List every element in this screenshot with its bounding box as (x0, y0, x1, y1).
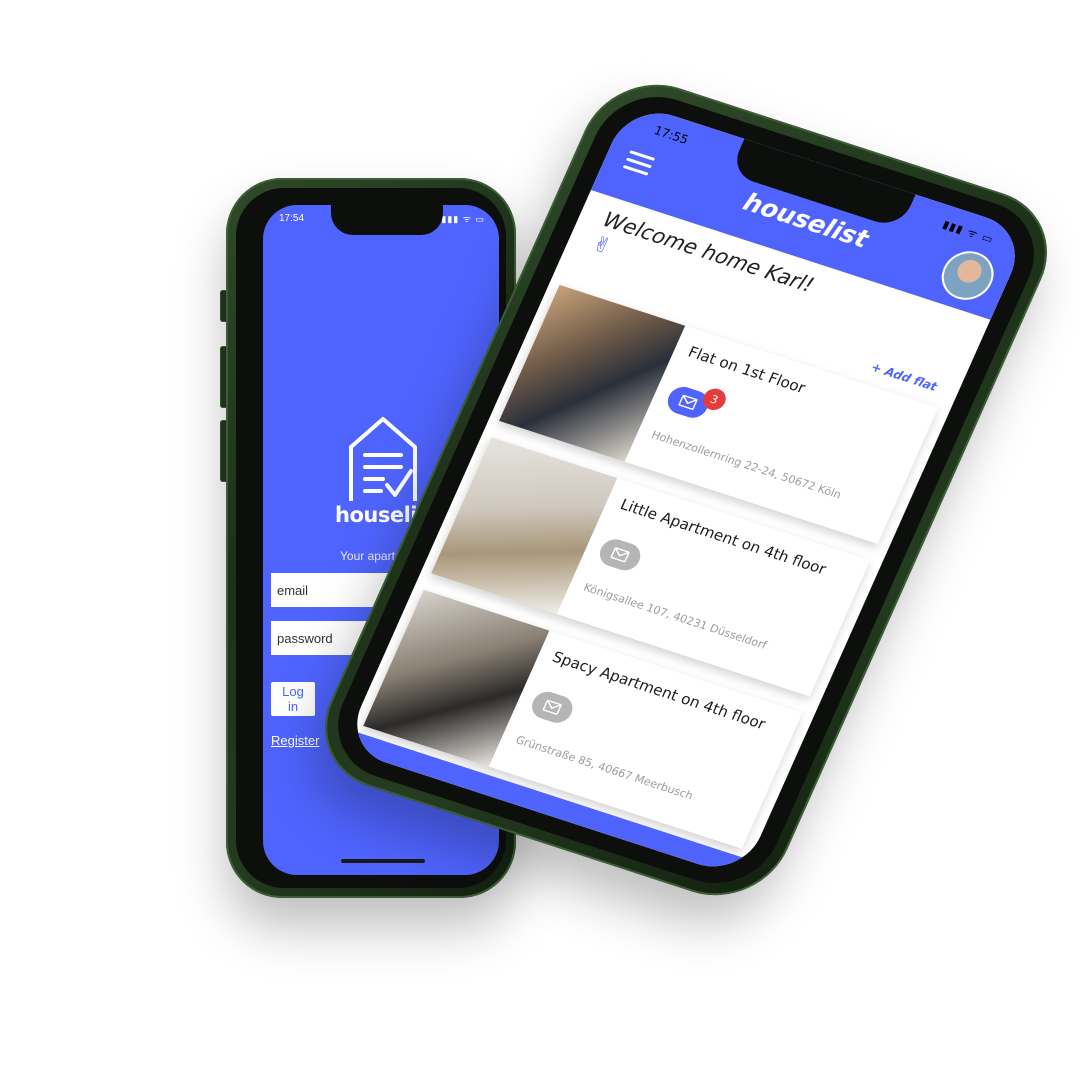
mail-icon (542, 699, 562, 715)
status-time: 17:54 (279, 213, 305, 224)
house-checklist-icon (349, 417, 417, 501)
messages-button[interactable] (527, 688, 577, 727)
signal-wifi-battery-icon: ▮▮▮ ᯤ ▭ (940, 217, 996, 247)
status-time: 17:55 (651, 123, 691, 147)
messages-button[interactable] (595, 535, 645, 574)
login-button[interactable]: Log in (271, 682, 315, 716)
mail-icon (678, 394, 698, 410)
flat-name: Flat on 1st Floor (685, 342, 809, 397)
home-indicator[interactable] (341, 859, 425, 863)
peace-hand-icon: ✌ (588, 231, 616, 259)
mockup-stage: 17:54 ▮▮▮ ᯤ ▭ houselist Your apartments … (0, 0, 1080, 1080)
phone-notch (331, 205, 443, 235)
signal-wifi-battery-icon: ▮▮▮ ᯤ ▭ (441, 214, 485, 224)
mail-icon (610, 547, 630, 563)
